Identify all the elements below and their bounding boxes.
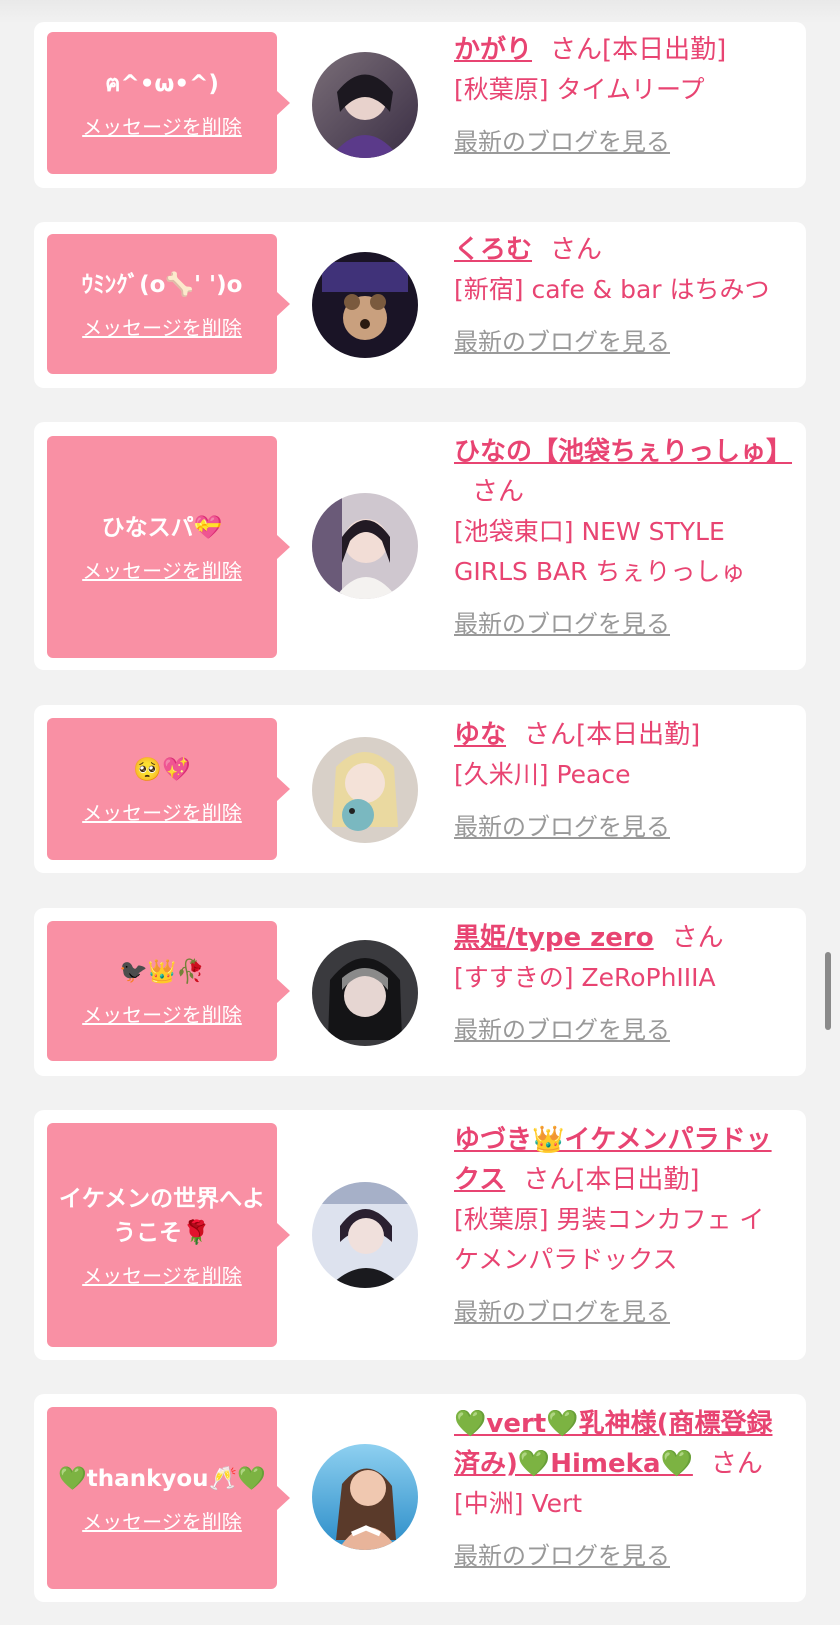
delete-message-link[interactable]: メッセージを削除: [82, 999, 242, 1028]
status-label: [本日出勤]: [576, 720, 701, 750]
honorific: さん: [472, 477, 525, 507]
cast-info: 💚vert💚乳神様(商標登録済み)💚Himeka💚 さん [中洲] Vert 最新…: [454, 1404, 789, 1571]
cast-name-link[interactable]: かがり: [454, 35, 532, 65]
cast-name-link[interactable]: 黒姫/type zero: [454, 923, 654, 953]
shop-name: [池袋東口] NEW STYLE GIRLS BAR ちぇりっしゅ: [454, 517, 746, 586]
honorific: さん: [550, 35, 603, 65]
message-card: ฅ^•ω•^) メッセージを削除 かがり さん[本日出勤] [秋葉原] タイムリー…: [34, 22, 806, 188]
delete-message-link[interactable]: メッセージを削除: [82, 312, 242, 341]
latest-blog-link[interactable]: 最新のブログを見る: [454, 604, 670, 639]
delete-message-link[interactable]: メッセージを削除: [82, 111, 242, 140]
message-bubble: ｳﾐﾝｸﾞ(o🦴' ')o メッセージを削除: [47, 234, 290, 374]
message-text: ｳﾐﾝｸﾞ(o🦴' ')o: [81, 271, 243, 298]
shop-name: [秋葉原] タイムリープ: [454, 75, 705, 104]
cast-info: ゆづき👑イケメンパラドックス さん[本日出勤] [秋葉原] 男装コンカフェ イケメ…: [454, 1120, 789, 1327]
honorific: さん: [523, 1165, 576, 1195]
avatar[interactable]: [312, 52, 418, 158]
message-bubble: 💚thankyou🥂💚 メッセージを削除: [47, 1407, 290, 1589]
message-card: イケメンの世界へようこそ🌹 メッセージを削除 ゆづき👑イケメンパラドックス さん[…: [34, 1110, 806, 1360]
message-text: 🐦‍⬛👑🥀: [119, 958, 205, 985]
message-bubble: イケメンの世界へようこそ🌹 メッセージを削除: [47, 1123, 290, 1347]
latest-blog-link[interactable]: 最新のブログを見る: [454, 1010, 670, 1045]
avatar[interactable]: [312, 1182, 418, 1288]
message-card: 🐦‍⬛👑🥀 メッセージを削除 黒姫/type zero さん [すすきの] ZeR…: [34, 908, 806, 1076]
message-text: ฅ^•ω•^): [105, 70, 219, 97]
avatar[interactable]: [312, 737, 418, 843]
delete-message-link[interactable]: メッセージを削除: [82, 1506, 242, 1535]
shop-name: [秋葉原] 男装コンカフェ イケメンパラドックス: [454, 1205, 765, 1274]
shop-name: [中洲] Vert: [454, 1489, 583, 1518]
latest-blog-link[interactable]: 最新のブログを見る: [454, 807, 670, 842]
message-card: ひなスパ💝 メッセージを削除 ひなの【池袋ちぇりっしゅ】さん [池袋東口] NE…: [34, 422, 806, 670]
scrollbar-thumb[interactable]: [825, 952, 831, 1030]
latest-blog-link[interactable]: 最新のブログを見る: [454, 322, 670, 357]
honorific: さん: [671, 923, 724, 953]
avatar[interactable]: [312, 940, 418, 1046]
latest-blog-link[interactable]: 最新のブログを見る: [454, 1292, 670, 1327]
cast-info: 黒姫/type zero さん [すすきの] ZeRoPhIIIA 最新のブログを…: [454, 918, 789, 1045]
message-text: ひなスパ💝: [101, 514, 223, 541]
delete-message-link[interactable]: メッセージを削除: [82, 555, 242, 584]
message-text: 💚thankyou🥂💚: [58, 1465, 266, 1492]
message-bubble: 🐦‍⬛👑🥀 メッセージを削除: [47, 921, 290, 1061]
message-card: 🥺💖 メッセージを削除 ゆな さん[本日出勤] [久米川] Peace 最新のブロ…: [34, 705, 806, 873]
shop-name: [すすきの] ZeRoPhIIIA: [454, 963, 716, 992]
message-bubble: 🥺💖 メッセージを削除: [47, 718, 290, 860]
message-text: 🥺💖: [133, 756, 191, 783]
status-label: [本日出勤]: [602, 35, 727, 65]
avatar[interactable]: [312, 1444, 418, 1550]
delete-message-link[interactable]: メッセージを削除: [82, 797, 242, 826]
delete-message-link[interactable]: メッセージを削除: [82, 1260, 242, 1289]
cast-name-link[interactable]: くろむ: [454, 235, 532, 265]
cast-info: ゆな さん[本日出勤] [久米川] Peace 最新のブログを見る: [454, 715, 789, 842]
message-card: 💚thankyou🥂💚 メッセージを削除 💚vert💚乳神様(商標登録済み)💚H…: [34, 1394, 806, 1602]
message-bubble: ฅ^•ω•^) メッセージを削除: [47, 32, 290, 174]
cast-info: くろむ さん [新宿] cafe & bar はちみつ 最新のブログを見る: [454, 230, 789, 357]
cast-info: ひなの【池袋ちぇりっしゅ】さん [池袋東口] NEW STYLE GIRLS B…: [454, 432, 792, 639]
cast-name-link[interactable]: ゆな: [454, 720, 506, 750]
latest-blog-link[interactable]: 最新のブログを見る: [454, 122, 670, 157]
cast-info: かがり さん[本日出勤] [秋葉原] タイムリープ 最新のブログを見る: [454, 30, 789, 157]
honorific: さん: [710, 1449, 763, 1479]
honorific: さん: [524, 720, 577, 750]
message-card: ｳﾐﾝｸﾞ(o🦴' ')o メッセージを削除 くろむ さん [新宿] cafe &…: [34, 222, 806, 388]
avatar[interactable]: [312, 493, 418, 599]
message-text: イケメンの世界へようこそ🌹: [58, 1185, 266, 1246]
honorific: さん: [550, 235, 603, 265]
shop-name: [久米川] Peace: [454, 760, 631, 789]
shop-name: [新宿] cafe & bar はちみつ: [454, 275, 770, 304]
avatar[interactable]: [312, 252, 418, 358]
cast-name-link[interactable]: ひなの【池袋ちぇりっしゅ】: [454, 437, 792, 467]
latest-blog-link[interactable]: 最新のブログを見る: [454, 1536, 670, 1571]
message-bubble: ひなスパ💝 メッセージを削除: [47, 436, 290, 658]
message-list: ฅ^•ω•^) メッセージを削除 かがり さん[本日出勤] [秋葉原] タイムリー…: [0, 0, 840, 1625]
status-label: [本日出勤]: [575, 1165, 700, 1195]
